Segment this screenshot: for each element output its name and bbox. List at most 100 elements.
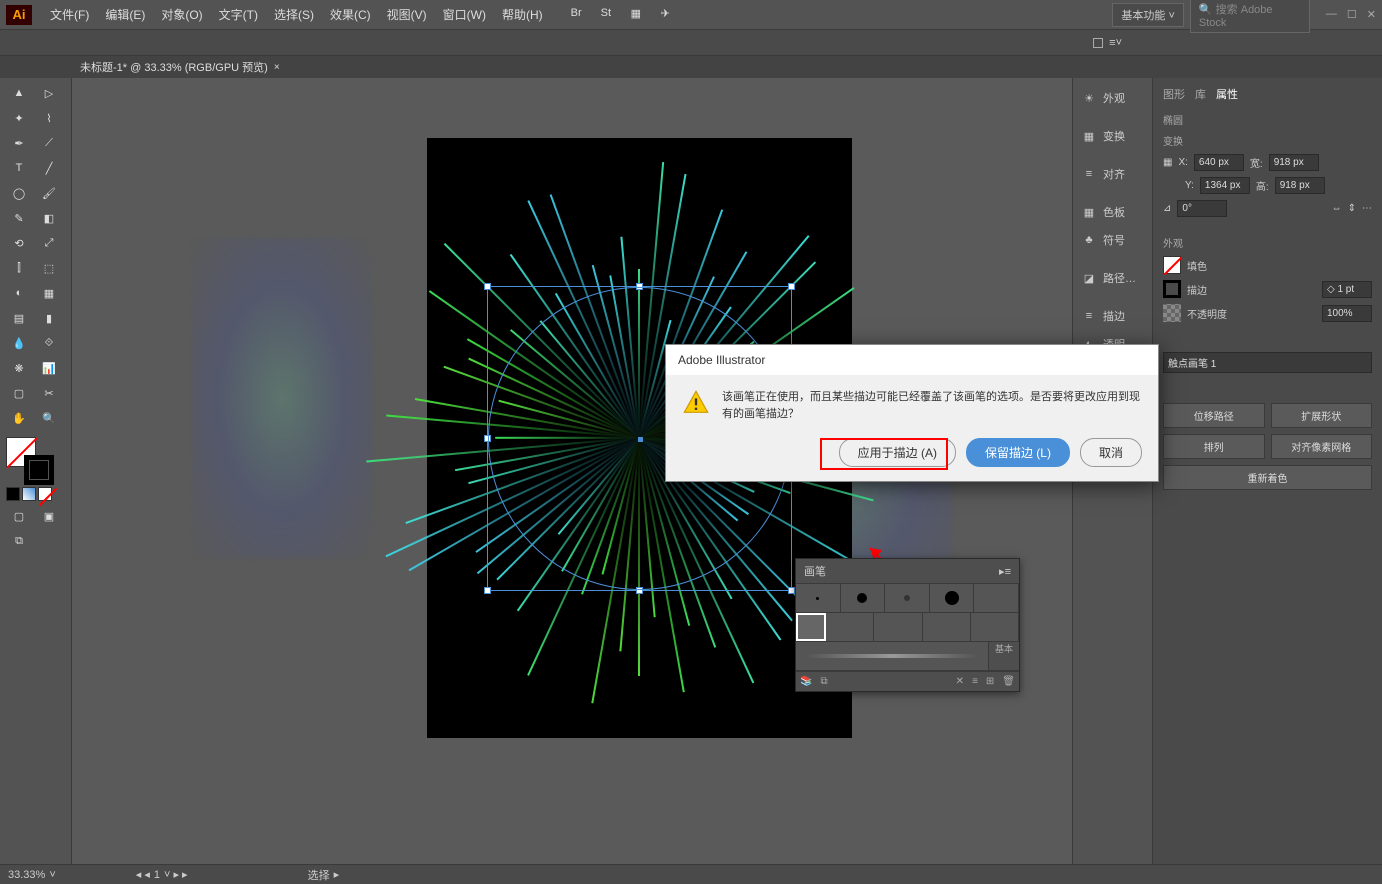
apply-to-strokes-button[interactable]: 应用于描边 (A)	[839, 438, 956, 467]
eraser-tool[interactable]: ◧	[36, 207, 62, 229]
artboard-nav[interactable]: ◂ ◂ 1 ˅ ▸ ▸	[136, 868, 188, 881]
lasso-tool[interactable]: ⌇	[36, 107, 62, 129]
menu-file[interactable]: 文件(F)	[42, 6, 97, 23]
x-field[interactable]: 640 px	[1194, 154, 1244, 171]
recolor-button[interactable]: 重新着色	[1163, 465, 1372, 490]
type-tool[interactable]: T	[6, 157, 32, 179]
align-pixel-button[interactable]: 对齐像素网格	[1271, 434, 1373, 459]
menu-help[interactable]: 帮助(H)	[494, 6, 551, 23]
selection-handle[interactable]	[484, 587, 491, 594]
gradient-tool[interactable]: ▮	[36, 307, 62, 329]
mesh-tool[interactable]: ▤	[6, 307, 32, 329]
opacity-swatch[interactable]	[1163, 304, 1181, 322]
artboard-tool[interactable]: ▢	[6, 382, 32, 404]
stock-icon[interactable]: St	[601, 7, 617, 23]
brush-libraries-icon[interactable]: 📚	[800, 676, 812, 687]
line-tool[interactable]: ╱	[36, 157, 62, 179]
menu-window[interactable]: 窗口(W)	[435, 6, 494, 23]
workspace-switcher[interactable]: 基本功能 ˅	[1112, 3, 1183, 27]
brush-swatch[interactable]	[930, 584, 975, 612]
screen-mode-outline[interactable]: ⧉	[6, 530, 32, 552]
screen-mode-normal[interactable]: ▢	[6, 505, 32, 527]
stroke-swatch[interactable]	[24, 455, 54, 485]
curvature-tool[interactable]: ⟋	[36, 132, 62, 154]
menu-edit[interactable]: 编辑(E)	[97, 6, 153, 23]
width-field[interactable]: 918 px	[1269, 154, 1319, 171]
shaper-tool[interactable]: ✎	[6, 207, 32, 229]
flip-h-icon[interactable]: ⇔	[1332, 203, 1342, 214]
panel-pathfinder[interactable]: ◪路径…	[1073, 264, 1152, 292]
tab-close-icon[interactable]: ×	[274, 62, 280, 73]
brush-options-icon[interactable]: ≡	[972, 676, 978, 687]
keep-strokes-button[interactable]: 保留描边 (L)	[966, 438, 1070, 467]
blend-tool[interactable]: ⟐	[36, 332, 62, 354]
panel-symbols[interactable]: ♣符号	[1073, 226, 1152, 254]
brush-swatch[interactable]	[974, 584, 1019, 612]
symbol-sprayer-tool[interactable]: ❋	[6, 357, 32, 379]
menu-effect[interactable]: 效果(C)	[322, 6, 379, 23]
zoom-level[interactable]: 33.33% ˅	[8, 869, 56, 881]
screen-mode-full[interactable]: ▣	[36, 505, 62, 527]
close-button[interactable]: ✕	[1367, 8, 1376, 21]
brush-stroke-preview[interactable]	[796, 642, 989, 670]
direct-selection-tool[interactable]: ▷	[36, 82, 62, 104]
panel-swatches[interactable]: ▦色板	[1073, 198, 1152, 226]
panel-transform[interactable]: ▦变换	[1073, 122, 1152, 150]
gpu-icon[interactable]: ✈	[661, 7, 677, 23]
current-tool-label[interactable]: 选择 ▸	[308, 867, 340, 883]
brushes-panel-menu-icon[interactable]: ▸≡	[999, 565, 1011, 578]
selection-handle[interactable]	[484, 283, 491, 290]
flip-v-icon[interactable]: ⇕	[1348, 203, 1356, 214]
brush-tool[interactable]: 🖌	[36, 182, 62, 204]
selection-handle[interactable]	[788, 283, 795, 290]
brush-swatch-selected[interactable]	[796, 613, 826, 641]
y-field[interactable]: 1364 px	[1200, 177, 1250, 194]
pen-tool[interactable]: ✒	[6, 132, 32, 154]
selection-tool[interactable]: ▲	[6, 82, 32, 104]
free-transform-tool[interactable]: ⬚	[36, 257, 62, 279]
expand-shape-button[interactable]: 扩展形状	[1271, 403, 1373, 428]
panel-stroke[interactable]: ≡描边	[1073, 302, 1152, 330]
panel-align[interactable]: ≡对齐	[1073, 160, 1152, 188]
opacity-field[interactable]: 100%	[1322, 305, 1372, 322]
new-brush-icon[interactable]: ⊞	[986, 676, 994, 687]
none-mode-icon[interactable]	[38, 487, 52, 501]
gradient-mode-icon[interactable]	[22, 487, 36, 501]
shape-builder-tool[interactable]: ◐	[6, 282, 32, 304]
selection-handle[interactable]	[788, 587, 795, 594]
panel-appearance[interactable]: ☀外观	[1073, 84, 1152, 112]
brush-swatch[interactable]	[885, 584, 930, 612]
remove-brush-stroke-icon[interactable]: ✕	[956, 676, 964, 687]
graph-tool[interactable]: 📊	[36, 357, 62, 379]
brush-swatch[interactable]	[826, 613, 874, 641]
bridge-icon[interactable]: Br	[571, 7, 587, 23]
magic-wand-tool[interactable]: ✦	[6, 107, 32, 129]
eyedropper-tool[interactable]: 💧	[6, 332, 32, 354]
scale-tool[interactable]: ⤢	[36, 232, 62, 254]
stroke-color-swatch[interactable]	[1163, 280, 1181, 298]
brush-definition-field[interactable]: 触点画笔 1	[1163, 352, 1372, 373]
menu-object[interactable]: 对象(O)	[153, 6, 210, 23]
offset-path-button[interactable]: 位移路径	[1163, 403, 1265, 428]
rotate-tool[interactable]: ⟲	[6, 232, 32, 254]
brush-swatch[interactable]	[971, 613, 1019, 641]
brush-swatch[interactable]	[796, 584, 841, 612]
fill-color-swatch[interactable]	[1163, 256, 1181, 274]
control-menu-icon[interactable]: ≡˅	[1109, 37, 1122, 49]
color-mode-icon[interactable]	[6, 487, 20, 501]
brush-swatch[interactable]	[841, 584, 886, 612]
tab-properties[interactable]: 属性	[1216, 86, 1238, 102]
brush-options-icon[interactable]: ⧉	[820, 676, 827, 687]
cancel-button[interactable]: 取消	[1080, 438, 1142, 467]
doc-setup-button[interactable]	[1093, 38, 1103, 48]
menu-select[interactable]: 选择(S)	[266, 6, 322, 23]
document-tab[interactable]: 未标题-1* @ 33.33% (RGB/GPU 预览) ×	[80, 59, 280, 75]
arrange-icon[interactable]: ▦	[631, 7, 647, 23]
brush-swatch[interactable]	[874, 613, 922, 641]
arrange-button[interactable]: 排列	[1163, 434, 1265, 459]
fill-stroke-indicator[interactable]	[6, 437, 54, 485]
height-field[interactable]: 918 px	[1275, 177, 1325, 194]
tab-libraries[interactable]: 库	[1195, 86, 1206, 102]
minimize-button[interactable]: —	[1326, 8, 1337, 21]
width-tool[interactable]: ⫿	[6, 257, 32, 279]
